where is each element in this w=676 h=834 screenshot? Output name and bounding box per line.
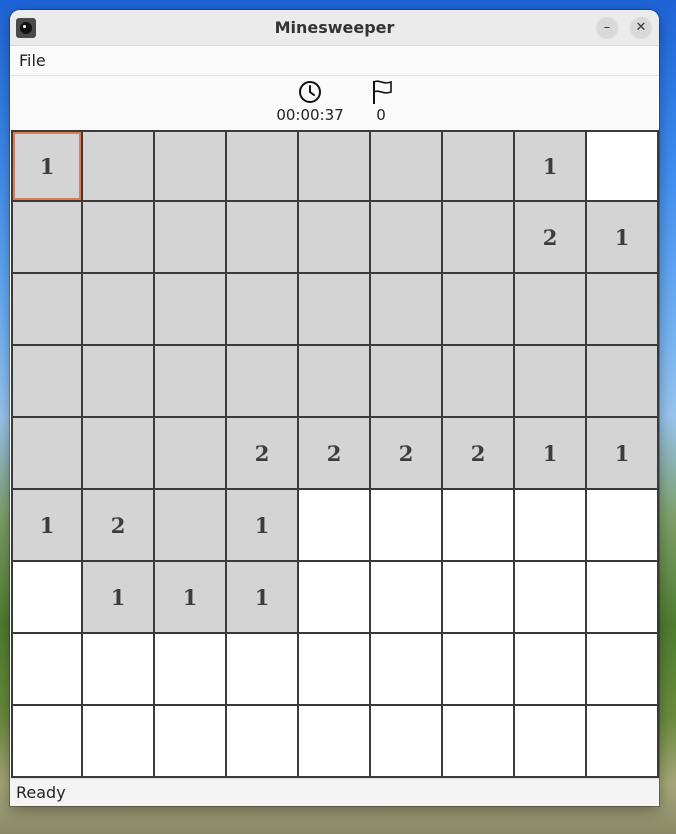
- flag-icon: [373, 80, 392, 104]
- cell-r1-c8[interactable]: 1: [587, 202, 659, 274]
- cell-r0-c4[interactable]: [299, 130, 371, 202]
- cell-r7-c2[interactable]: [155, 634, 227, 706]
- cell-r1-c4[interactable]: [299, 202, 371, 274]
- cell-r1-c7[interactable]: 2: [515, 202, 587, 274]
- cell-r0-c5[interactable]: [371, 130, 443, 202]
- cell-r2-c8[interactable]: [587, 274, 659, 346]
- menu-bar: File: [10, 46, 659, 76]
- cell-r8-c6[interactable]: [443, 706, 515, 778]
- cell-r8-c7[interactable]: [515, 706, 587, 778]
- cell-r0-c8[interactable]: [587, 130, 659, 202]
- elapsed-timer: 00:00:37: [276, 106, 344, 124]
- cell-r3-c0[interactable]: [11, 346, 83, 418]
- cell-r7-c4[interactable]: [299, 634, 371, 706]
- cell-r5-c5[interactable]: [371, 490, 443, 562]
- cell-r5-c6[interactable]: [443, 490, 515, 562]
- minefield-grid: 1121222211121111: [11, 130, 659, 778]
- cell-r2-c1[interactable]: [83, 274, 155, 346]
- close-button[interactable]: ✕: [630, 17, 652, 39]
- cell-r1-c3[interactable]: [227, 202, 299, 274]
- cell-r6-c7[interactable]: [515, 562, 587, 634]
- minimize-button[interactable]: –: [596, 17, 618, 39]
- cell-r5-c3[interactable]: 1: [227, 490, 299, 562]
- cell-r0-c6[interactable]: [443, 130, 515, 202]
- cell-r8-c2[interactable]: [155, 706, 227, 778]
- cell-r7-c1[interactable]: [83, 634, 155, 706]
- cell-r2-c6[interactable]: [443, 274, 515, 346]
- status-text: Ready: [16, 783, 66, 802]
- cell-r6-c5[interactable]: [371, 562, 443, 634]
- cell-r1-c6[interactable]: [443, 202, 515, 274]
- cell-r4-c4[interactable]: 2: [299, 418, 371, 490]
- cell-r0-c2[interactable]: [155, 130, 227, 202]
- cell-r2-c3[interactable]: [227, 274, 299, 346]
- cell-r4-c5[interactable]: 2: [371, 418, 443, 490]
- cell-r8-c0[interactable]: [11, 706, 83, 778]
- cell-r4-c7[interactable]: 1: [515, 418, 587, 490]
- window-title: Minesweeper: [274, 18, 395, 37]
- cell-r1-c0[interactable]: [11, 202, 83, 274]
- cell-r6-c0[interactable]: [11, 562, 83, 634]
- cell-r5-c0[interactable]: 1: [11, 490, 83, 562]
- menu-file[interactable]: File: [19, 51, 46, 70]
- cell-r5-c8[interactable]: [587, 490, 659, 562]
- cell-r3-c5[interactable]: [371, 346, 443, 418]
- cell-r1-c1[interactable]: [83, 202, 155, 274]
- cell-r3-c2[interactable]: [155, 346, 227, 418]
- cell-r4-c3[interactable]: 2: [227, 418, 299, 490]
- cell-r5-c7[interactable]: [515, 490, 587, 562]
- cell-r6-c2[interactable]: 1: [155, 562, 227, 634]
- cell-r5-c1[interactable]: 2: [83, 490, 155, 562]
- minesweeper-window: Minesweeper – ✕ File 00:00:37 0 11212222…: [10, 10, 659, 806]
- info-bar: 00:00:37 0: [10, 76, 659, 130]
- cell-r6-c3[interactable]: 1: [227, 562, 299, 634]
- cell-r4-c1[interactable]: [83, 418, 155, 490]
- cell-r7-c6[interactable]: [443, 634, 515, 706]
- flag-counter: 0: [376, 106, 386, 124]
- cell-r3-c6[interactable]: [443, 346, 515, 418]
- status-bar: Ready: [10, 778, 659, 806]
- cell-r1-c5[interactable]: [371, 202, 443, 274]
- cell-r5-c4[interactable]: [299, 490, 371, 562]
- cell-r4-c6[interactable]: 2: [443, 418, 515, 490]
- cell-r8-c1[interactable]: [83, 706, 155, 778]
- cell-r8-c5[interactable]: [371, 706, 443, 778]
- cell-r8-c3[interactable]: [227, 706, 299, 778]
- cell-r6-c8[interactable]: [587, 562, 659, 634]
- cell-r6-c1[interactable]: 1: [83, 562, 155, 634]
- cell-r1-c2[interactable]: [155, 202, 227, 274]
- cell-r4-c0[interactable]: [11, 418, 83, 490]
- cell-r8-c4[interactable]: [299, 706, 371, 778]
- cell-r3-c4[interactable]: [299, 346, 371, 418]
- cell-r2-c2[interactable]: [155, 274, 227, 346]
- cell-r2-c0[interactable]: [11, 274, 83, 346]
- clock-icon: [299, 81, 321, 103]
- cell-r7-c7[interactable]: [515, 634, 587, 706]
- cell-r3-c3[interactable]: [227, 346, 299, 418]
- cell-r3-c8[interactable]: [587, 346, 659, 418]
- cell-r2-c4[interactable]: [299, 274, 371, 346]
- cell-r0-c0[interactable]: 1: [11, 130, 83, 202]
- cell-r0-c1[interactable]: [83, 130, 155, 202]
- cell-r0-c3[interactable]: [227, 130, 299, 202]
- cell-r5-c2[interactable]: [155, 490, 227, 562]
- cell-r6-c4[interactable]: [299, 562, 371, 634]
- cell-r7-c0[interactable]: [11, 634, 83, 706]
- cell-r4-c2[interactable]: [155, 418, 227, 490]
- cell-r2-c5[interactable]: [371, 274, 443, 346]
- cell-r6-c6[interactable]: [443, 562, 515, 634]
- cell-r7-c8[interactable]: [587, 634, 659, 706]
- cell-r3-c1[interactable]: [83, 346, 155, 418]
- cell-r4-c8[interactable]: 1: [587, 418, 659, 490]
- cell-r8-c8[interactable]: [587, 706, 659, 778]
- cell-r2-c7[interactable]: [515, 274, 587, 346]
- cell-r7-c3[interactable]: [227, 634, 299, 706]
- cell-r7-c5[interactable]: [371, 634, 443, 706]
- cell-r3-c7[interactable]: [515, 346, 587, 418]
- title-bar[interactable]: Minesweeper – ✕: [10, 10, 659, 46]
- cell-r0-c7[interactable]: 1: [515, 130, 587, 202]
